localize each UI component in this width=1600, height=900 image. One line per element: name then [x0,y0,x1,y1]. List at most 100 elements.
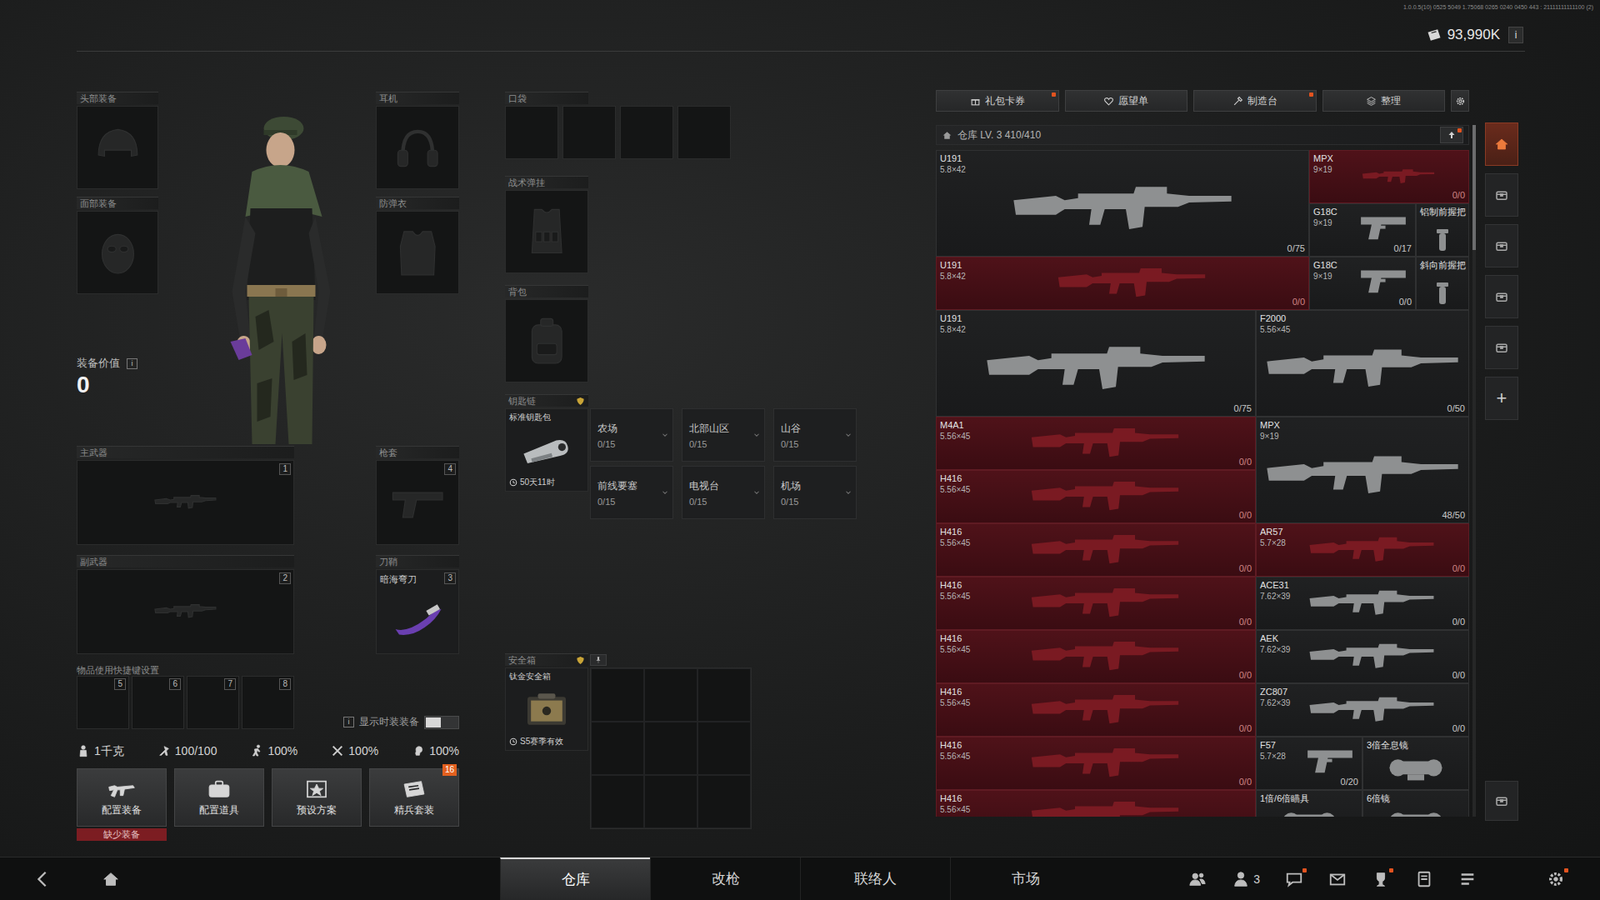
safebox-cell[interactable] [697,668,751,722]
warehouse-item[interactable]: MPX 9×19 0/0 [1309,150,1470,204]
key-compartment[interactable]: 电视台 0/15 [681,465,765,520]
warehouse-item[interactable]: 6倍镜 [1362,790,1470,817]
safebox-cell[interactable] [697,721,751,775]
rail-box-button[interactable] [1485,275,1519,319]
book-button[interactable] [1415,870,1434,889]
rail-box-button[interactable] [1485,325,1519,370]
toolbar-button[interactable]: 整理 [1322,90,1446,112]
key-compartment[interactable]: 农场 0/15 [590,408,674,462]
warehouse-item[interactable]: H416 5.56×45 0/0 [935,736,1256,790]
pocket-slot[interactable] [505,105,559,160]
action-button[interactable]: 配置装备 [76,768,167,827]
hotkey-slot[interactable]: 8 [241,675,295,730]
settings-button[interactable] [1546,870,1565,889]
warehouse-item[interactable]: 1倍/6倍瞄具 [1255,790,1363,817]
warehouse-item[interactable]: G18C 9×19 0/0 [1309,256,1416,310]
toolbar-button[interactable]: 制造台 [1193,90,1317,112]
rig-slot[interactable] [505,190,589,274]
skin-info-button[interactable]: i [343,716,355,728]
helmet-slot[interactable] [76,105,159,190]
nav-tab[interactable]: 仓库 [500,857,650,900]
warehouse-item[interactable]: U191 5.8×42 0/75 [935,150,1310,257]
knife-slot[interactable]: 暗海弯刀 3 [375,569,460,655]
weapon-slot[interactable]: 1 [76,460,295,545]
action-button[interactable]: 预设方案 [271,768,362,827]
safebox-cell[interactable] [644,721,698,775]
warehouse-item[interactable]: 3倍全息镜 [1362,736,1470,790]
headset-slot[interactable] [375,105,460,190]
key-compartment[interactable]: 北部山区 0/15 [681,408,765,462]
safebox-cell[interactable] [644,775,698,829]
skin-switch[interactable] [424,715,460,730]
rail-home-button[interactable] [1485,122,1519,166]
warehouse-item[interactable]: H416 5.56×45 0/0 [935,683,1256,737]
tasks-button[interactable] [1458,870,1477,889]
warehouse-item[interactable]: 斜向前握把 [1415,256,1470,310]
nav-tab[interactable]: 联络人 [800,857,950,900]
warehouse-item[interactable]: H416 5.56×45 0/0 [935,576,1256,630]
warehouse-item[interactable]: H416 5.56×45 0/0 [935,630,1256,684]
nav-tab[interactable]: 改枪 [650,857,800,900]
safebox-cell[interactable] [697,775,751,829]
currency-info-button[interactable]: i [1508,26,1524,44]
pocket-slot[interactable] [562,105,616,160]
warehouse-item[interactable]: U191 5.8×42 0/75 [935,310,1256,417]
keychain-slot[interactable]: 标准钥匙包 50天11时 [505,408,589,492]
warehouse-scrollbar[interactable] [1472,125,1476,817]
hotkey-slot[interactable]: 6 [131,675,185,730]
warehouse-item[interactable]: AR57 5.7×28 0/0 [1255,523,1470,577]
pistol-slot[interactable]: 4 [375,460,460,545]
action-button[interactable]: 精兵套装 16 [369,768,460,827]
home-button[interactable] [101,870,120,889]
trophy-button[interactable] [1371,870,1390,889]
warehouse-item[interactable]: H416 5.56×45 [935,790,1256,817]
pin-button[interactable] [590,654,607,666]
rail-box-button[interactable] [1485,173,1519,217]
rail-add-button[interactable]: + [1485,376,1519,420]
warehouse-item[interactable]: ZC807 7.62×39 0/0 [1255,683,1470,737]
toolbar-button[interactable]: 愿望单 [1065,90,1189,112]
safebox-slot[interactable]: 钛金安全箱 S5赛季有效 [505,667,589,751]
warehouse-settings-button[interactable] [1450,90,1470,112]
warehouse-item[interactable]: G18C 9×19 0/17 [1309,203,1416,257]
pocket-slot[interactable] [677,105,731,160]
mail-button[interactable] [1328,870,1347,889]
rail-box-button[interactable] [1485,224,1519,268]
warehouse-item[interactable]: F2000 5.56×45 0/50 [1255,310,1470,417]
key-compartment[interactable]: 机场 0/15 [773,465,857,520]
warehouse-item[interactable]: MPX 9×19 48/50 [1255,416,1470,524]
warehouse-item[interactable]: H416 5.56×45 0/0 [935,523,1256,577]
safebox-cell[interactable] [590,668,645,722]
warehouse-item[interactable]: H416 5.56×45 0/0 [935,470,1256,524]
friends-button[interactable] [1188,870,1207,889]
action-button[interactable]: 配置道具 [174,768,265,827]
hotkey-slot[interactable]: 7 [186,675,240,730]
key-compartment[interactable]: 山谷 0/15 [773,408,857,462]
pocket-slot[interactable] [620,105,674,160]
warehouse-item[interactable]: U191 5.8×42 0/0 [935,256,1310,310]
value-info-button[interactable]: i [126,358,138,370]
safebox-cell[interactable] [644,668,698,722]
warehouse-item[interactable]: F57 5.7×28 0/20 [1255,736,1363,790]
upgrade-button[interactable] [1440,126,1464,144]
safebox-cell[interactable] [590,775,645,829]
back-button[interactable] [33,870,52,889]
key-compartment[interactable]: 前线要塞 0/15 [590,465,674,520]
nav-tab[interactable]: 市场 [950,857,1100,900]
warehouse-item[interactable]: M4A1 5.56×45 0/0 [935,416,1256,470]
scroll-thumb[interactable] [1472,125,1476,250]
backpack-slot[interactable] [505,299,589,383]
team-button[interactable]: 3 [1231,870,1260,889]
mask-slot[interactable] [76,210,159,295]
chat-button[interactable] [1285,870,1304,889]
warehouse-item[interactable]: ACE31 7.62×39 0/0 [1255,576,1470,630]
rail-sort-button[interactable] [1485,780,1519,821]
warehouse-item[interactable]: 铝制前握把 [1415,203,1470,257]
warehouse-item[interactable]: AEK 7.62×39 0/0 [1255,630,1470,684]
toolbar-button[interactable]: 礼包卡券 [935,90,1060,112]
weapon-slot[interactable]: 2 [76,569,295,655]
hotkey-slot[interactable]: 5 [76,675,130,730]
warehouse-panel: 礼包卡券 愿望单 制造台 整理 仓库 LV. 3 410/410 U191 5.… [935,90,1470,857]
safebox-cell[interactable] [590,721,645,775]
armor-slot[interactable] [375,210,460,295]
